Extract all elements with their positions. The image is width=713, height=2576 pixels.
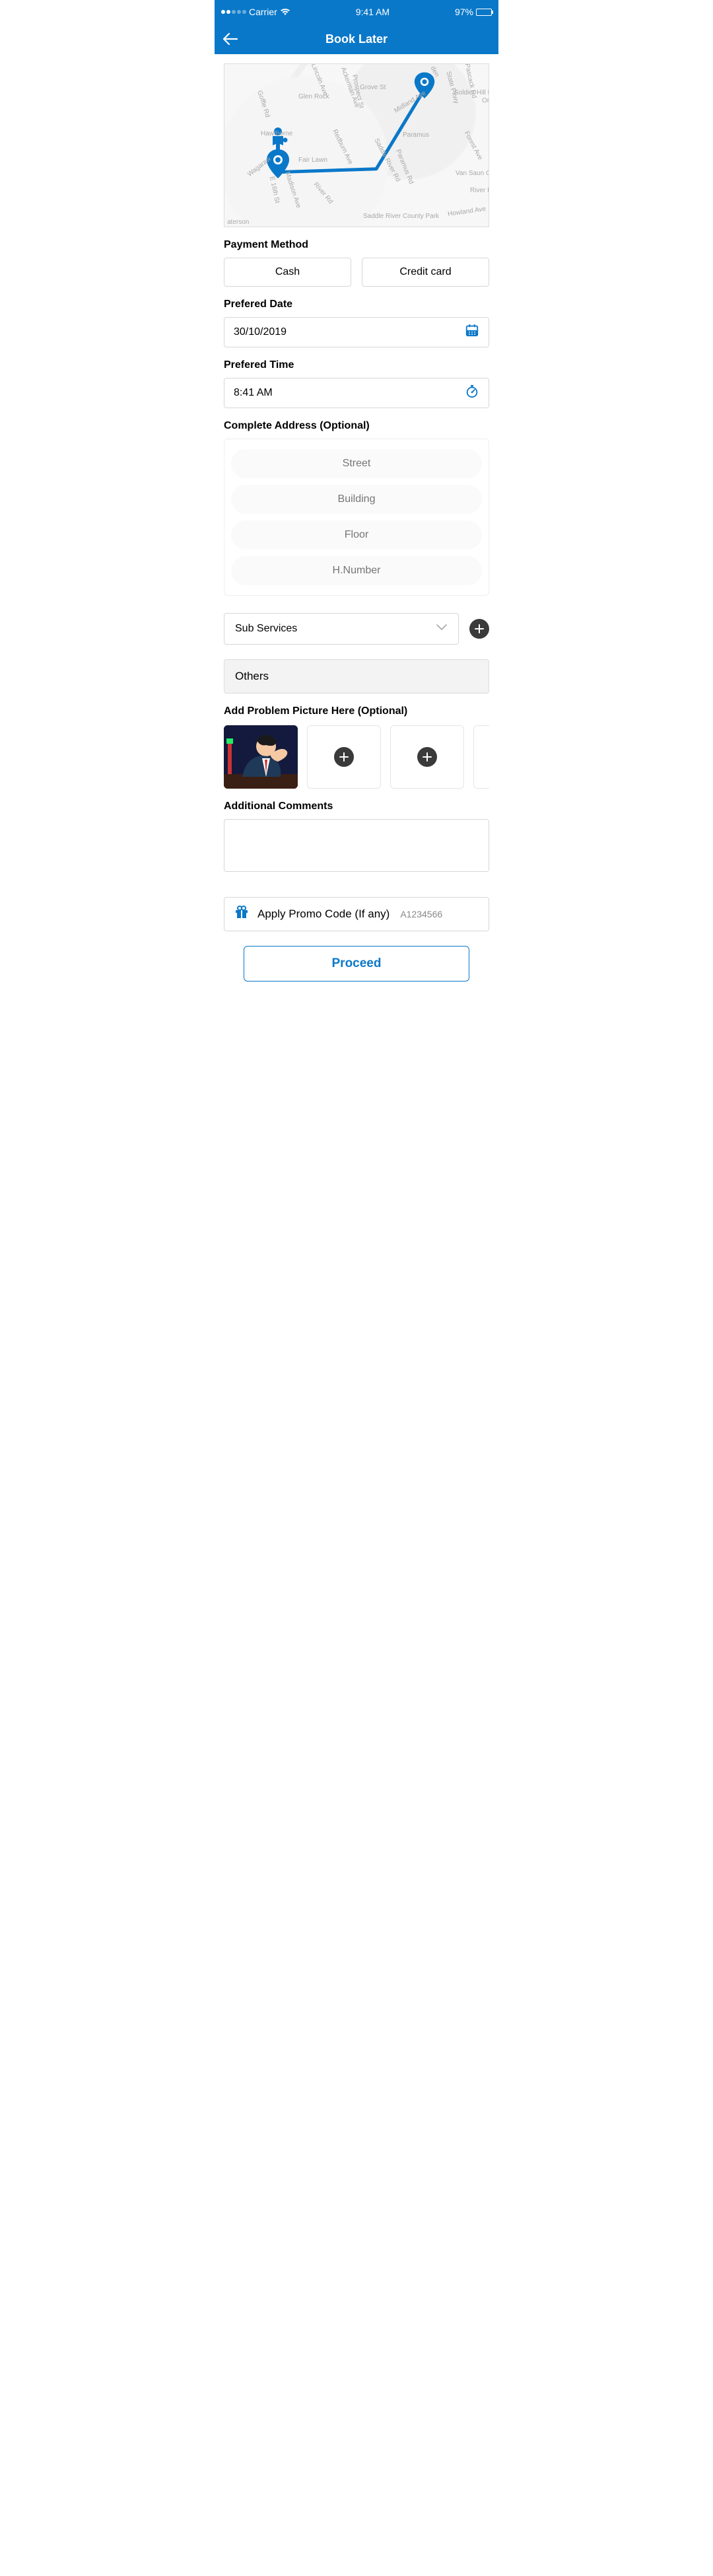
picture-row	[224, 725, 489, 789]
promo-label: Apply Promo Code (If any)	[257, 908, 390, 921]
payment-card-button[interactable]: Credit card	[362, 258, 489, 287]
proceed-button[interactable]: Proceed	[244, 946, 469, 982]
status-time: 9:41 AM	[356, 7, 390, 17]
map-label: Fair Lawn	[298, 157, 327, 164]
address-heading: Complete Address (Optional)	[224, 420, 489, 432]
preferred-time-field[interactable]: 8:41 AM	[224, 378, 489, 408]
proceed-label: Proceed	[332, 956, 382, 971]
carrier-label: Carrier	[249, 7, 277, 17]
comments-textarea[interactable]	[224, 819, 489, 872]
preferred-time-heading: Prefered Time	[224, 359, 489, 371]
preferred-date-value: 30/10/2019	[234, 326, 287, 338]
add-sub-service-button[interactable]	[469, 619, 489, 639]
content: Glen Rock Ackerman Ave Grove St Midland …	[215, 54, 498, 991]
payment-method-heading: Payment Method	[224, 239, 489, 251]
others-field[interactable]: Others	[224, 659, 489, 694]
address-box	[224, 439, 489, 596]
map-label: Hawthorne	[261, 130, 292, 137]
preferred-time-value: 8:41 AM	[234, 387, 273, 399]
page-title: Book Later	[325, 32, 388, 46]
map-label: Saddle River County Park	[363, 213, 439, 220]
preferred-date-field[interactable]: 30/10/2019	[224, 317, 489, 347]
promo-code-value: A1234566	[400, 909, 442, 919]
sub-services-label: Sub Services	[235, 623, 297, 635]
comments-heading: Additional Comments	[224, 801, 489, 812]
battery-icon	[476, 9, 492, 16]
nav-bar: Book Later	[215, 24, 498, 54]
pictures-heading: Add Problem Picture Here (Optional)	[224, 705, 489, 717]
problem-picture-thumbnail[interactable]	[224, 725, 298, 789]
gift-icon	[234, 904, 250, 924]
calendar-icon	[465, 323, 479, 341]
status-right: 97%	[455, 7, 492, 17]
status-left: Carrier	[221, 7, 290, 17]
status-bar: Carrier 9:41 AM 97%	[215, 0, 498, 24]
map-label: Paramus	[403, 131, 429, 139]
map-label: Ora	[482, 97, 489, 104]
signal-dots-icon	[221, 10, 246, 14]
wifi-icon	[280, 8, 290, 16]
others-label: Others	[235, 670, 269, 683]
map-label: aterson	[227, 219, 249, 226]
add-picture-slot[interactable]	[473, 725, 489, 789]
map-label: Van Saun County Par	[456, 170, 489, 177]
map-label: River B	[470, 187, 489, 194]
add-picture-slot[interactable]	[390, 725, 464, 789]
sub-services-select[interactable]: Sub Services	[224, 613, 459, 645]
back-button[interactable]	[222, 32, 238, 46]
plus-icon	[417, 747, 437, 767]
stopwatch-icon	[465, 384, 479, 402]
promo-code-field[interactable]: Apply Promo Code (If any) A1234566	[224, 897, 489, 931]
plus-icon	[334, 747, 354, 767]
house-number-input[interactable]	[231, 556, 482, 585]
building-input[interactable]	[231, 485, 482, 514]
battery-pct: 97%	[455, 7, 473, 17]
preferred-date-heading: Prefered Date	[224, 299, 489, 310]
route-map[interactable]: Glen Rock Ackerman Ave Grove St Midland …	[224, 63, 489, 227]
street-input[interactable]	[231, 449, 482, 478]
payment-cash-label: Cash	[275, 266, 300, 278]
map-label: Grove St	[360, 84, 386, 91]
chevron-down-icon	[436, 623, 448, 635]
add-picture-slot[interactable]	[307, 725, 381, 789]
floor-input[interactable]	[231, 520, 482, 550]
payment-card-label: Credit card	[399, 266, 451, 278]
payment-cash-button[interactable]: Cash	[224, 258, 351, 287]
